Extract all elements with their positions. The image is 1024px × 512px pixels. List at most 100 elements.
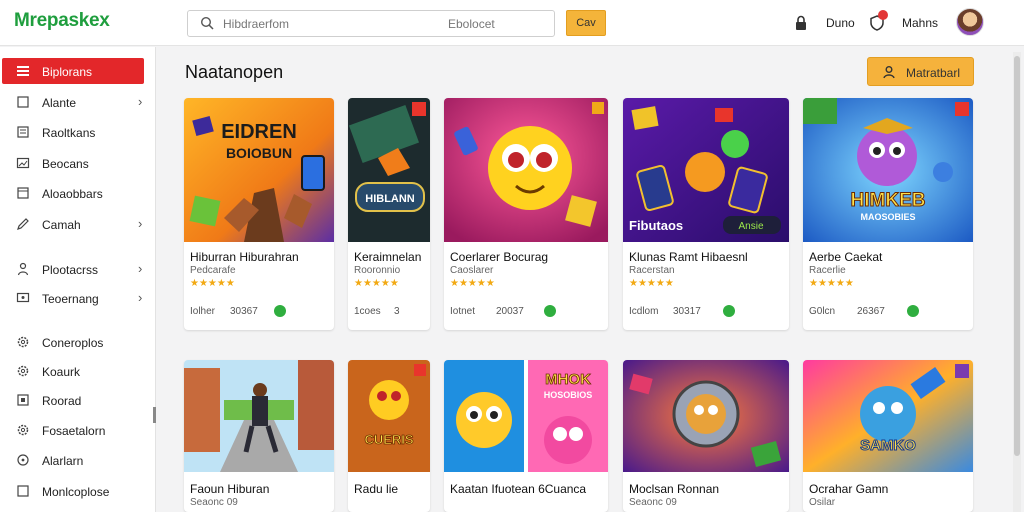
sidebar-item-aloaobbars[interactable]: Aloaobbars <box>2 180 144 206</box>
game-thumbnail: HIMKEB MAOSOBIES <box>803 98 973 242</box>
sidebar-item-camah[interactable]: Camah › <box>2 211 144 237</box>
game-card[interactable]: EIDREN BOIOBUN Hiburran Hiburahran Pedca… <box>184 98 334 330</box>
game-card[interactable]: MHOK HOSOBIOS Kaatan Ifuotean 6Cuanca <box>444 360 608 512</box>
game-card[interactable]: HIBLANN Keraimnelan Rooronnio ★★★★★ 1coe… <box>348 98 430 330</box>
sidebar-item-label: Alarlarn <box>42 454 84 468</box>
game-card[interactable]: Faoun Hiburan Seaonc 09 <box>184 360 334 512</box>
search-hint: Ebolocet <box>448 17 495 31</box>
thumb-text: MHOK <box>545 371 591 388</box>
sidebar-item-label: Biplorans <box>42 65 93 79</box>
chevron-right-icon: › <box>138 290 143 305</box>
game-meta: Iotnet <box>450 306 476 317</box>
sidebar-item-koaurk[interactable]: Koaurk <box>2 358 144 384</box>
notification-badge <box>878 10 888 20</box>
menu-icon <box>17 66 29 76</box>
sidebar-resize-handle[interactable] <box>153 407 156 423</box>
rating-stars: ★★★★★ <box>354 278 399 289</box>
play-icon[interactable] <box>544 305 556 317</box>
sidebar-item-roorad[interactable]: Roorad <box>2 387 144 413</box>
sidebar-item-beocans[interactable]: Beocans <box>2 150 144 176</box>
rating-stars: ★★★★★ <box>809 278 854 289</box>
play-icon[interactable] <box>723 305 735 317</box>
sidebar-item-raoltkans[interactable]: Raoltkans <box>2 119 144 145</box>
game-subtitle: Seaonc 09 <box>629 497 677 508</box>
thumb-text: HIBLANN <box>365 193 415 205</box>
game-title[interactable]: Moclsan Ronnan <box>629 482 719 496</box>
square-icon <box>17 485 29 497</box>
game-title[interactable]: Coerlarer Bocurag <box>450 250 548 264</box>
sidebar-item-fosaetalorn[interactable]: Fosaetalorn <box>2 417 144 443</box>
sidebar-item-monlcoplose[interactable]: Monlcoplose <box>2 478 144 504</box>
thumb-text: HOSOBIOS <box>544 390 593 400</box>
sidebar-item-plootacrss[interactable]: Plootacrss › <box>2 256 144 282</box>
thumb-text: HIMKEB <box>851 190 926 211</box>
game-title[interactable]: Radu lie <box>354 482 398 496</box>
rating-stars: ★★★★★ <box>629 278 674 289</box>
sidebar-item-teoernang[interactable]: Teoernang › <box>2 285 144 311</box>
game-title[interactable]: Hiburran Hiburahran <box>190 250 299 264</box>
avatar[interactable] <box>956 8 984 36</box>
game-card[interactable]: Fibutaos Ansie Klunas Ramt Hibaesnl Race… <box>623 98 789 330</box>
rating-stars: ★★★★★ <box>450 278 495 289</box>
player-count: 30317 <box>673 306 701 317</box>
chevron-right-icon: › <box>138 94 143 109</box>
sidebar-item-alarlarn[interactable]: Alarlarn <box>2 447 144 473</box>
lock-icon[interactable] <box>792 14 810 32</box>
game-card[interactable]: SAMKO Ocrahar Gamn Osilar <box>803 360 973 512</box>
player-count: 30367 <box>230 306 258 317</box>
sidebar-item-label: Camah <box>42 218 81 232</box>
game-title[interactable]: Kaatan Ifuotean 6Cuanca <box>450 482 586 496</box>
username-label[interactable]: Mahns <box>902 16 938 30</box>
sidebar-item-biplorans[interactable]: Biplorans <box>2 58 144 84</box>
cog-icon <box>17 365 29 377</box>
play-icon[interactable] <box>274 305 286 317</box>
chevron-right-icon: › <box>138 261 143 276</box>
game-card[interactable]: HIMKEB MAOSOBIES Aerbe Caekat Racerlie ★… <box>803 98 973 330</box>
game-subtitle: Seaonc 09 <box>190 497 238 508</box>
person-icon <box>883 66 895 79</box>
sidebar-item-label: Koaurk <box>42 365 81 379</box>
thumb-text: Fibutaos <box>629 218 683 233</box>
primary-action-button[interactable]: Matratbarl <box>867 57 974 86</box>
sidebar-item-label: Teoernang <box>42 292 99 306</box>
game-title[interactable]: Aerbe Caekat <box>809 250 882 264</box>
app-logo[interactable]: Mrepaskex <box>14 10 110 32</box>
game-card[interactable]: CUERIS Radu lie <box>348 360 430 512</box>
sidebar-item-label: Monlcoplose <box>42 485 110 499</box>
play-icon[interactable] <box>907 305 919 317</box>
top-header: Mrepaskex Hibdraerfom Ebolocet Cav Duno … <box>0 0 1024 46</box>
game-thumbnail <box>444 98 608 242</box>
game-thumbnail <box>184 360 334 472</box>
sidebar-item-label: Alante <box>42 96 77 110</box>
game-title[interactable]: Keraimnelan <box>354 250 421 264</box>
sidebar-item-label: Aloaobbars <box>42 187 103 201</box>
player-count: 26367 <box>857 306 885 317</box>
user-link[interactable]: Duno <box>826 16 855 30</box>
game-card[interactable]: Coerlarer Bocurag Caoslarer ★★★★★ Iotnet… <box>444 98 608 330</box>
search-icon <box>200 16 214 30</box>
display-icon <box>16 292 30 303</box>
game-subtitle: Rooronnio <box>354 265 401 276</box>
search-input[interactable]: Hibdraerfom Ebolocet <box>187 10 555 37</box>
search-button[interactable]: Cav <box>566 10 606 36</box>
player-count: 20037 <box>496 306 524 317</box>
game-title[interactable]: Ocrahar Gamn <box>809 482 888 496</box>
square-icon <box>17 96 29 108</box>
sidebar-item-coneroplos[interactable]: Coneroplos <box>2 329 144 355</box>
page-title: Naatanopen <box>185 62 284 82</box>
game-subtitle: Racerlie <box>809 265 846 276</box>
scrollbar-thumb[interactable] <box>1014 56 1020 456</box>
sidebar-item-alante[interactable]: Alante › <box>2 89 144 115</box>
list-icon <box>17 126 29 138</box>
window-icon <box>17 187 29 199</box>
player-count: 3 <box>394 306 400 317</box>
settings-icon <box>17 424 29 436</box>
sidebar-item-label: Beocans <box>42 157 89 171</box>
game-card[interactable]: Moclsan Ronnan Seaonc 09 <box>623 360 789 512</box>
game-title[interactable]: Faoun Hiburan <box>190 482 269 496</box>
game-thumbnail: SAMKO <box>803 360 973 472</box>
thumb-text: Ansie <box>738 221 763 232</box>
game-title[interactable]: Klunas Ramt Hibaesnl <box>629 250 748 264</box>
thumb-text: BOIOBUN <box>226 145 292 161</box>
sidebar-item-label: Plootacrss <box>42 263 99 277</box>
